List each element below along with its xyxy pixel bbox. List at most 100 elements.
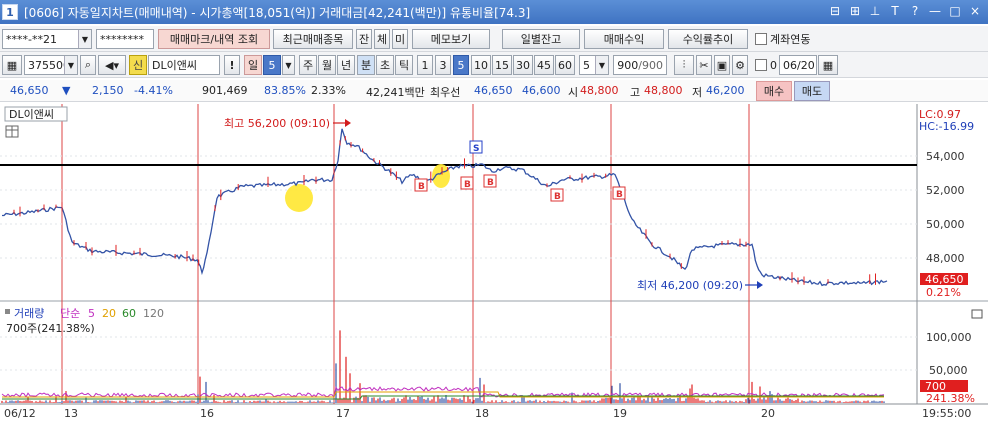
svg-text:18: 18	[475, 407, 489, 420]
svg-text:54,000: 54,000	[926, 150, 965, 163]
daily-balance-button[interactable]: 일별잔고	[502, 29, 580, 49]
sell-mark[interactable]: S	[469, 140, 483, 154]
current-price-tag: 46,650	[925, 273, 964, 286]
account-select[interactable]: ****-**21 ▼	[2, 29, 92, 49]
panel-collapse-icon[interactable]	[971, 309, 983, 319]
period-num-button[interactable]: 5	[263, 55, 281, 75]
chevron-down-icon[interactable]: ▼	[78, 30, 91, 48]
buy-button[interactable]: 매수	[756, 81, 792, 101]
current-pct-tag: 0.21%	[926, 286, 961, 299]
help-icon[interactable]: ?	[908, 3, 922, 19]
low-label: 저	[692, 86, 703, 99]
sell-button[interactable]: 매도	[794, 81, 830, 101]
window-title: [0606] 자동일지차트(매매내역) - 시가총액[18,051(억)] 거래…	[24, 5, 531, 20]
stock-name-field[interactable]: DL이앤씨	[148, 55, 220, 75]
svg-text:17: 17	[336, 407, 350, 420]
interval-5-button[interactable]: 5	[453, 55, 469, 75]
count-field[interactable]: 900 /900	[613, 55, 667, 75]
chevron-down-icon[interactable]: ▼	[282, 55, 295, 75]
unfilled-button[interactable]: 미	[392, 29, 408, 49]
buy-mark[interactable]: B	[612, 186, 626, 200]
pin-icon[interactable]: ⊥	[868, 3, 882, 19]
svg-text:B: B	[616, 190, 623, 200]
font-icon[interactable]: T	[888, 3, 902, 19]
grid-icon[interactable]: ▦	[2, 55, 22, 75]
stock-code-input[interactable]: 375500 ▼	[24, 55, 78, 75]
speaker-icon[interactable]: ◀▾	[98, 55, 126, 75]
volume-info: 700주(241.38%)	[6, 322, 95, 335]
svg-text:50,000: 50,000	[926, 218, 965, 231]
price-change-pct: -4.41%	[134, 84, 173, 97]
account-link-label: 계좌연동	[770, 33, 811, 46]
period-month-button[interactable]: 월	[318, 55, 336, 75]
period-tick-button[interactable]: 틱	[395, 55, 413, 75]
buy-mark[interactable]: B	[414, 178, 428, 192]
save-icon[interactable]: ▣	[714, 55, 730, 75]
min-price-label: 최저 46,200 (09:20)	[637, 279, 743, 292]
layout-icon[interactable]: ⊟	[828, 3, 842, 19]
svg-text:50,000: 50,000	[929, 364, 968, 377]
tools-icon[interactable]: ✂	[696, 55, 712, 75]
window-controls: ⊟ ⊞ ⊥ T ? — □ ×	[828, 3, 982, 19]
down-arrow-icon: ▼	[62, 84, 71, 97]
buy-mark[interactable]: B	[483, 174, 497, 188]
svg-text:19:55:00: 19:55:00	[922, 407, 971, 420]
low-price: 46,200	[706, 84, 745, 97]
recent-stocks-button[interactable]: 최근매매종목	[273, 29, 353, 49]
gear-icon[interactable]: ⚙	[732, 55, 748, 75]
return-trend-button[interactable]: 수익률추이	[668, 29, 748, 49]
volume-pct-tag: 241.38%	[926, 392, 975, 405]
symbol-tag: DL이앤씨	[9, 108, 54, 121]
hc-label: HC:-16.99	[919, 120, 974, 133]
alert-icon[interactable]: !	[224, 55, 240, 75]
window-number[interactable]: 1	[2, 4, 18, 20]
svg-text:100,000: 100,000	[926, 331, 972, 344]
trade-profit-button[interactable]: 매매수익	[584, 29, 664, 49]
period-week-button[interactable]: 주	[299, 55, 317, 75]
turnover-value: 2.33%	[311, 84, 346, 97]
interval-60-button[interactable]: 60	[555, 55, 575, 75]
maximize-icon[interactable]: □	[948, 3, 962, 19]
chevron-down-icon[interactable]: ▼	[64, 56, 77, 74]
volume-value: 901,469	[202, 84, 248, 97]
price-chart[interactable]: B B B S B B 최고 56,200 (09:10) 최저 46,200 …	[0, 104, 988, 424]
count-value: 900	[617, 58, 639, 72]
interval-1-button[interactable]: 1	[417, 55, 433, 75]
interval-input[interactable]: 5 ▼	[579, 55, 609, 75]
volume-ma-60: 60	[122, 307, 136, 320]
max-price-label: 최고 56,200 (09:10)	[224, 117, 330, 130]
memo-button[interactable]: 메모보기	[412, 29, 490, 49]
period-minute-button[interactable]: 분	[357, 55, 375, 75]
period-day-button[interactable]: 일	[244, 55, 262, 75]
svg-text:B: B	[464, 180, 471, 190]
buy-mark[interactable]: B	[550, 188, 564, 202]
price-change: 2,150	[92, 84, 124, 97]
period-second-button[interactable]: 초	[376, 55, 394, 75]
candle-icon[interactable]: ⫶	[674, 55, 694, 75]
search-icon[interactable]: ⌕	[80, 55, 96, 75]
svg-text:B: B	[487, 178, 494, 188]
filled-button[interactable]: 체	[374, 29, 390, 49]
account-link-checkbox[interactable]: 계좌연동	[752, 29, 824, 49]
interval-30-button[interactable]: 30	[513, 55, 533, 75]
close-icon[interactable]: ×	[968, 3, 982, 19]
date-field[interactable]: 06/20	[779, 55, 817, 75]
minimize-icon[interactable]: —	[928, 3, 942, 19]
volume-ma-120: 120	[143, 307, 164, 320]
zero-checkbox[interactable]: 0	[752, 55, 778, 75]
checkbox-box[interactable]	[755, 33, 767, 45]
checkbox-box[interactable]	[755, 59, 767, 71]
chevron-down-icon[interactable]: ▼	[595, 56, 608, 74]
password-field[interactable]: ********	[96, 29, 154, 49]
split-icon[interactable]: ⊞	[848, 3, 862, 19]
period-year-button[interactable]: 년	[337, 55, 355, 75]
chart-area[interactable]: B B B S B B 최고 56,200 (09:10) 최저 46,200 …	[0, 104, 988, 424]
interval-15-button[interactable]: 15	[492, 55, 512, 75]
interval-10-button[interactable]: 10	[471, 55, 491, 75]
calendar-icon[interactable]: ▦	[818, 55, 838, 75]
interval-45-button[interactable]: 45	[534, 55, 554, 75]
interval-3-button[interactable]: 3	[435, 55, 451, 75]
buy-mark[interactable]: B	[460, 176, 474, 190]
trade-mark-query-button[interactable]: 매매마크/내역 조회	[158, 29, 270, 49]
balance-button[interactable]: 잔	[356, 29, 372, 49]
